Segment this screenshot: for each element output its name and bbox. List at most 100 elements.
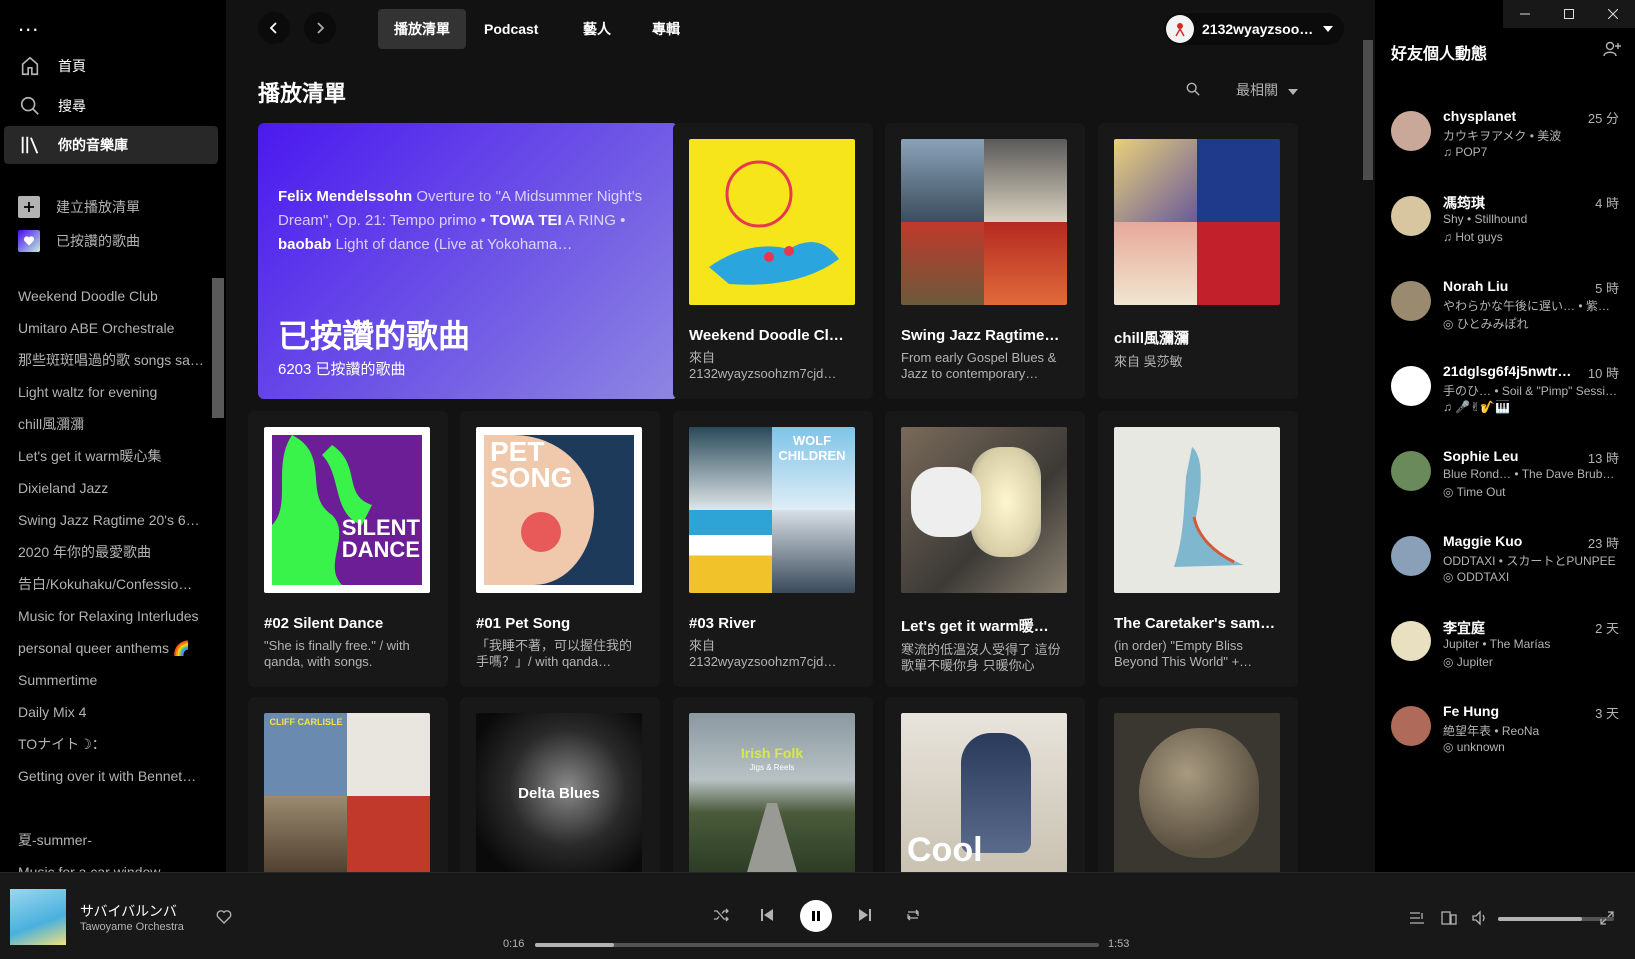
heart-icon[interactable] (216, 909, 232, 930)
friend-name[interactable]: Norah Liu (1443, 278, 1573, 294)
friend-context[interactable]: ♫ POP7 (1443, 145, 1619, 159)
playlist-card[interactable]: SILENT DANCE #02 Silent Dance "She is fina… (248, 411, 448, 687)
friend-name[interactable]: 馮筠琪 (1443, 193, 1573, 213)
sidebar-playlist-item[interactable]: Music for a car window… (0, 859, 204, 872)
avatar[interactable] (1391, 451, 1431, 491)
sidebar-playlist-item[interactable]: Let's get it warm暖心集 (0, 443, 204, 475)
friend-context[interactable]: ◎ Jupiter (1443, 655, 1619, 669)
playlist-card[interactable]: PET SONG #01 Pet Song 「我睡不著，可以握住我的手嗎？」/ wi… (460, 411, 660, 687)
repeat-icon[interactable] (901, 903, 925, 927)
avatar[interactable] (1391, 111, 1431, 151)
friend-track[interactable]: 絶望年表 • ReoNa (1443, 722, 1619, 739)
sidebar-playlist-item[interactable]: Summertime (0, 667, 204, 699)
sidebar-playlist-item[interactable]: Dixieland Jazz (0, 475, 204, 507)
friend-name[interactable]: chysplanet (1443, 108, 1573, 124)
sidebar-playlist-item[interactable]: Weekend Doodle Club (0, 283, 204, 315)
previous-icon[interactable] (755, 903, 779, 927)
maximize-button[interactable] (1547, 0, 1591, 28)
friend-activity-item[interactable]: Fe Hung 3 天絶望年表 • ReoNa ◎ unknown (1391, 703, 1619, 767)
devices-icon[interactable] (1437, 906, 1461, 930)
playlist-card[interactable]: Cool (885, 697, 1085, 872)
friend-context[interactable]: ◎ ODDTAXI (1443, 570, 1619, 584)
avatar[interactable] (1391, 706, 1431, 746)
progress-bar[interactable] (535, 943, 1099, 947)
nav-search[interactable]: 搜尋 (4, 87, 218, 125)
friend-name[interactable]: Maggie Kuo (1443, 533, 1573, 549)
nav-library[interactable]: 你的音樂庫 (4, 126, 218, 164)
liked-songs-link[interactable]: 已按讚的歌曲 (18, 230, 140, 252)
minimize-button[interactable] (1503, 0, 1547, 28)
friend-track[interactable]: Blue Rond… • The Dave Brub… (1443, 467, 1619, 481)
tab-podcast[interactable]: Podcast (468, 9, 554, 49)
sidebar-scrollbar[interactable] (212, 278, 224, 418)
friend-activity-item[interactable]: chysplanet 25 分カウキヲアメク • 美波 ♫ POP7 (1391, 108, 1619, 172)
tab-albums[interactable]: 專輯 (636, 9, 696, 49)
friend-context[interactable]: ◎ Time Out (1443, 485, 1619, 499)
queue-icon[interactable] (1405, 906, 1429, 930)
sidebar-playlist-item[interactable]: TOナイト☽： (0, 731, 204, 763)
add-friend-icon[interactable] (1603, 40, 1621, 63)
search-icon[interactable] (1186, 82, 1200, 99)
playlist-card[interactable]: Swing Jazz Ragtime… From early Gospel Blu… (885, 123, 1085, 399)
menu-dots-button[interactable]: ... (18, 13, 39, 35)
sidebar-playlist-item[interactable]: 告白/Kokuhaku/Confessio… (0, 571, 204, 603)
now-playing-artist[interactable]: Tawoyame Orchestra (80, 921, 184, 933)
next-icon[interactable] (853, 903, 877, 927)
playlist-card[interactable]: WOLF CHILDREN #03 River 來自 2132wyayzsoohzm… (673, 411, 873, 687)
now-playing-title[interactable]: サバイバルンバ (80, 901, 177, 921)
friend-track[interactable]: カウキヲアメク • 美波 (1443, 127, 1619, 144)
nav-home[interactable]: 首頁 (4, 47, 218, 85)
sidebar-playlist-item[interactable]: 那些斑斑唱過的歌 songs sa… (0, 347, 204, 379)
now-playing-cover[interactable] (10, 889, 66, 945)
avatar[interactable] (1391, 196, 1431, 236)
sidebar-playlist-item[interactable]: personal queer anthems 🌈 (0, 635, 204, 667)
playlist-card[interactable]: Irish Folk Jigs & Reels (673, 697, 873, 872)
sidebar-playlist-item[interactable]: chill風瀰瀰 (0, 411, 204, 443)
playlist-card[interactable]: The Caretaker's sam… (in order) "Empty Bl… (1098, 411, 1298, 687)
sidebar-playlist-item[interactable]: Swing Jazz Ragtime 20's 6… (0, 507, 204, 539)
liked-songs-card[interactable]: Felix Mendelssohn Overture to "A Midsumm… (258, 123, 678, 399)
create-playlist-button[interactable]: 建立播放清單 (18, 196, 140, 218)
forward-button[interactable] (304, 12, 336, 44)
playlist-card[interactable]: chill風瀰瀰 來自 吳莎敏 (1098, 123, 1298, 399)
friend-context[interactable]: ◎ unknown (1443, 740, 1619, 754)
playlist-card[interactable]: CLIFF CARLISLE (248, 697, 448, 872)
sidebar-playlist-item[interactable]: Light waltz for evening (0, 379, 204, 411)
friend-track[interactable]: Shy • Stillhound (1443, 212, 1619, 226)
friend-activity-item[interactable]: Maggie Kuo 23 時 ODDTAXI • スカートとPUNPEE ◎ ODD… (1391, 533, 1619, 597)
friend-name[interactable]: Sophie Leu (1443, 448, 1573, 464)
main-scrollbar[interactable] (1363, 40, 1373, 180)
friend-name[interactable]: 21dglsg6f4j5nwtrai… (1443, 363, 1573, 379)
fullscreen-icon[interactable] (1595, 906, 1619, 930)
friend-activity-item[interactable]: 李宜庭 2 天 Jupiter • The Marías ◎ Jupiter (1391, 618, 1619, 682)
friend-track[interactable]: やわらかな午後に遅い… • 紫… (1443, 297, 1619, 314)
pause-button[interactable] (800, 900, 832, 932)
close-button[interactable] (1591, 0, 1635, 28)
shuffle-icon[interactable] (709, 903, 733, 927)
sidebar-playlist-item[interactable]: Getting over it with Bennet… (0, 763, 204, 795)
friend-context[interactable]: ♫ Hot guys (1443, 230, 1619, 244)
sort-dropdown[interactable]: 最相關 (1236, 80, 1298, 100)
avatar[interactable] (1391, 366, 1431, 406)
sidebar-playlist-item[interactable]: Music for Relaxing Interludes (0, 603, 204, 635)
playlist-card[interactable]: Delta Blues (460, 697, 660, 872)
friend-activity-item[interactable]: 21dglsg6f4j5nwtrai… 10 時手のひ… • Soil & "Pi… (1391, 363, 1619, 427)
volume-icon[interactable] (1468, 906, 1492, 930)
playlist-card[interactable]: Let's get it warm暖… 寒流的低溫沒人受得了 這份歌單不暖你身 只… (885, 411, 1085, 687)
friend-name[interactable]: 李宜庭 (1443, 618, 1573, 638)
playlist-card[interactable]: Weekend Doodle Cl… 來自 2132wyayzsoohzm7cjd… (673, 123, 873, 399)
friend-activity-item[interactable]: Norah Liu 5 時やわらかな午後に遅い… • 紫… ◎ ひとみみぽれ (1391, 278, 1619, 342)
friend-context[interactable]: ◎ ひとみみぽれ (1443, 315, 1619, 332)
sidebar-playlist-item[interactable]: 2020 年你的最愛歌曲 (0, 539, 204, 571)
tab-playlists[interactable]: 播放清單 (378, 9, 466, 49)
avatar[interactable] (1391, 281, 1431, 321)
user-menu-button[interactable]: 2132wyayzsoo… (1164, 13, 1344, 45)
friend-track[interactable]: 手のひ… • Soil & "Pimp" Sessi… (1443, 382, 1619, 399)
friend-name[interactable]: Fe Hung (1443, 703, 1573, 719)
friend-track[interactable]: ODDTAXI • スカートとPUNPEE (1443, 552, 1619, 569)
playlist-card[interactable] (1098, 697, 1298, 872)
sidebar-playlist-item[interactable]: 夏-summer- (0, 827, 204, 859)
tab-artists[interactable]: 藝人 (567, 9, 627, 49)
friend-activity-item[interactable]: Sophie Leu 13 時 Blue Rond… • The Dave Brub… (1391, 448, 1619, 512)
sidebar-playlist-item[interactable]: Umitaro ABE Orchestrale (0, 315, 204, 347)
